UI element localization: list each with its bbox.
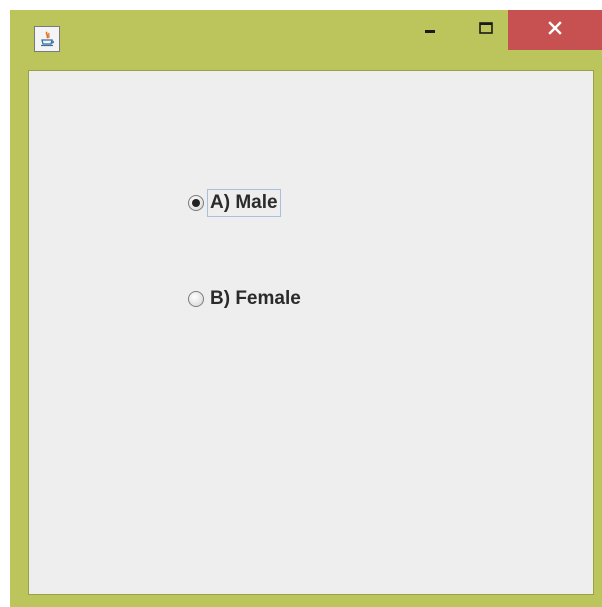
- radio-option-male[interactable]: A) Male: [188, 189, 281, 217]
- minimize-icon: [424, 21, 436, 39]
- java-icon[interactable]: [34, 26, 60, 52]
- app-window: A) Male B) Female: [10, 10, 602, 607]
- radio-label-female[interactable]: B) Female: [207, 285, 304, 313]
- title-bar[interactable]: [10, 10, 602, 70]
- maximize-button[interactable]: [464, 10, 508, 50]
- radio-button-female[interactable]: [188, 291, 204, 307]
- minimize-button[interactable]: [408, 10, 452, 50]
- close-button[interactable]: [508, 10, 602, 50]
- close-icon: [548, 20, 562, 40]
- maximize-icon: [479, 21, 493, 39]
- radio-button-male[interactable]: [188, 195, 204, 211]
- content-panel: A) Male B) Female: [28, 70, 594, 595]
- radio-selected-dot: [192, 199, 200, 207]
- radio-option-female[interactable]: B) Female: [188, 285, 304, 313]
- radio-label-male[interactable]: A) Male: [207, 189, 281, 217]
